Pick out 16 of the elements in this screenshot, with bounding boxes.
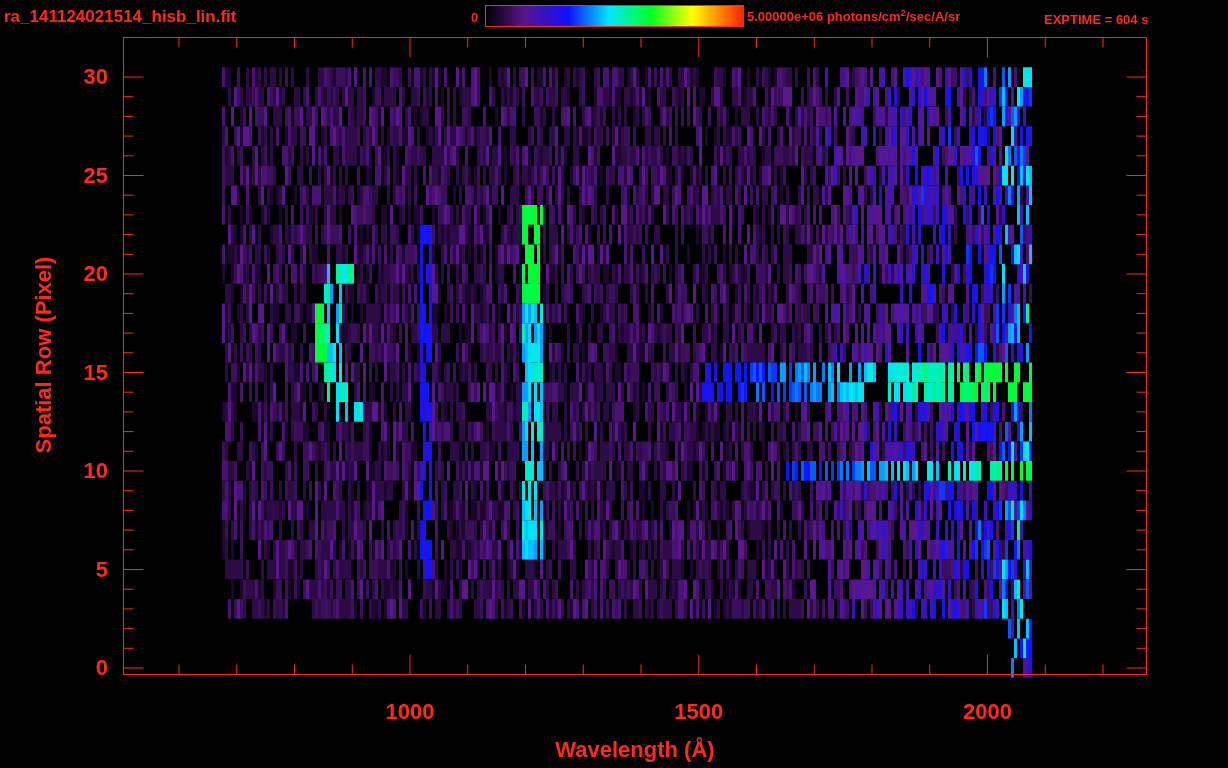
y-tick-label: 10 [83,459,108,483]
y-tick-label: 20 [83,262,108,286]
y-tick-label: 5 [95,557,108,582]
y-tick-label: 15 [83,360,108,385]
x-tick-label: 1500 [674,700,724,724]
y-tick-label: 25 [83,163,108,188]
colorbar-min-label: 0 [471,10,479,25]
x-tick-label: 2000 [963,700,1012,724]
colorbar-max-label: 5.00000e+06 photons/cm$^{2}$/sec/A/sr [747,9,961,25]
y-axis-title: Spatial Row (Pixel) [31,256,57,454]
x-axis-title: Wavelength (Å) [555,737,715,763]
exposure-time: EXPTIME = 604 s [1044,12,1149,27]
y-tick-label: 0 [95,656,108,680]
x-tick-label: 1000 [385,700,435,724]
y-tick-label: 30 [83,65,108,89]
plot-title: ra_141124021514_hisb_lin.fit [4,7,237,27]
